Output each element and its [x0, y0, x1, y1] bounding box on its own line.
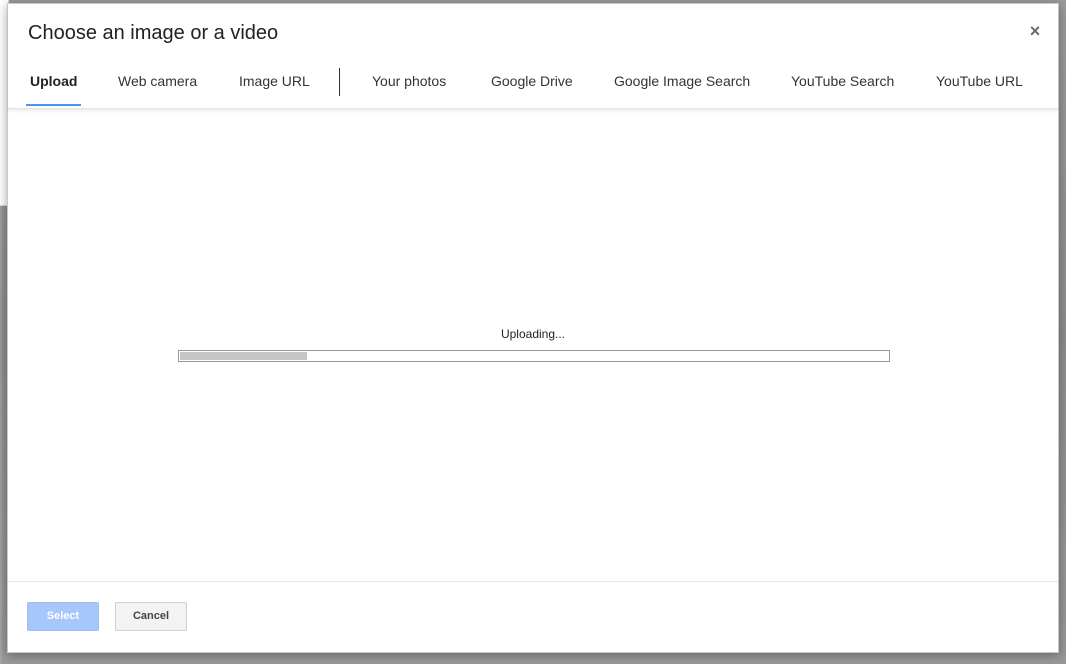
select-button[interactable]: Select — [27, 602, 99, 631]
tab-upload[interactable]: Upload — [26, 66, 82, 106]
upload-progress-fill — [180, 352, 307, 360]
tab-divider — [339, 68, 340, 96]
dialog-header: Choose an image or a video × Upload Web … — [8, 4, 1058, 109]
tab-your-photos[interactable]: Your photos — [368, 66, 450, 106]
upload-panel: Uploading... — [8, 109, 1058, 583]
dialog-footer: Select Cancel — [8, 581, 1058, 652]
tab-youtube-url[interactable]: YouTube URL — [932, 66, 1027, 106]
tab-youtube-search[interactable]: YouTube Search — [787, 66, 898, 106]
upload-progress-bar — [178, 350, 890, 362]
tab-bar: Upload Web camera Image URL Your photos … — [8, 66, 1058, 108]
dialog-title: Choose an image or a video — [28, 22, 279, 44]
picker-dialog: Choose an image or a video × Upload Web … — [7, 3, 1059, 653]
cancel-button[interactable]: Cancel — [115, 602, 187, 631]
tab-google-image-search[interactable]: Google Image Search — [610, 66, 754, 106]
close-icon[interactable]: × — [1026, 22, 1044, 40]
tab-image-url[interactable]: Image URL — [235, 66, 314, 106]
tab-web-camera[interactable]: Web camera — [114, 66, 201, 106]
tab-google-drive[interactable]: Google Drive — [487, 66, 577, 106]
upload-status-text: Uploading... — [500, 327, 566, 341]
